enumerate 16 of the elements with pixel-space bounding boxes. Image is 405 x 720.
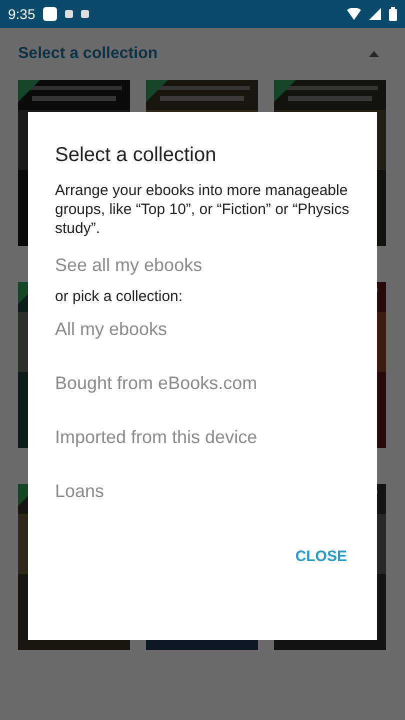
wifi-icon <box>347 8 361 20</box>
dialog-title: Select a collection <box>55 144 218 167</box>
collection-option[interactable]: All my ebooks <box>55 316 353 370</box>
collection-selector[interactable]: Select a collection <box>18 45 158 63</box>
section-label: or pick a collection: <box>55 288 184 307</box>
caret-icon[interactable] <box>369 51 379 57</box>
see-all-option[interactable]: See all my ebooks <box>55 252 353 288</box>
signal-icon <box>369 8 381 20</box>
status-time: 9:35 <box>8 6 36 22</box>
battery-icon <box>389 7 397 21</box>
collection-option[interactable]: Imported from this device <box>55 424 353 478</box>
collection-option[interactable]: Bought from eBooks.com <box>55 370 353 424</box>
dialog-description: Arrange your ebooks into more manageable groups, like “Top 10”, or “Fiction” or “Physics study”. <box>55 181 350 238</box>
collection-option[interactable]: Loans <box>55 478 353 532</box>
close-button[interactable]: CLOSE <box>289 542 353 571</box>
notification-icon <box>43 7 58 21</box>
